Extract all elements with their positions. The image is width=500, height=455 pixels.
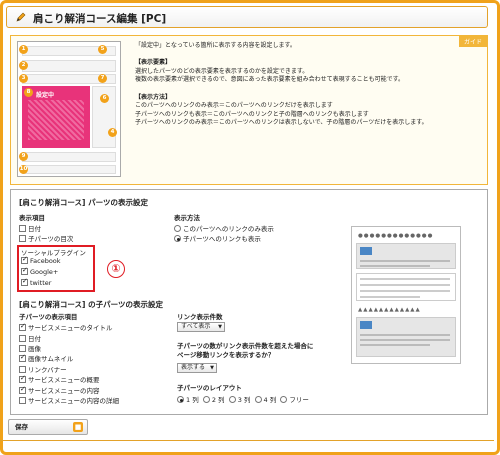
child-item-summary[interactable]: サービスメニューの概要 [19, 374, 100, 384]
parts-section-title: [肩こり解消コース] パーツの表示設定 [19, 198, 148, 207]
child-item-title[interactable]: サービスメニューのタイトル [19, 322, 113, 332]
callout-number: ① [107, 260, 125, 278]
child-banner-checkbox[interactable] [19, 366, 26, 373]
method-this-only[interactable]: このパーツへのリンクのみ表示 [174, 223, 274, 233]
twitter-checkbox[interactable] [21, 277, 28, 286]
child-date-checkbox[interactable] [19, 335, 26, 342]
child-image-checkbox[interactable] [19, 345, 26, 352]
paging-question-line2: ページ移動リンクを表示するか？ [177, 351, 275, 359]
layout-options: 1 列 2 列 3 列 4 列 フリー [177, 394, 309, 404]
divider [0, 440, 494, 441]
social-googleplus[interactable]: Google+ [21, 266, 58, 276]
layout-2col[interactable]: 2 列 [202, 396, 225, 404]
method-this-only-radio[interactable] [174, 225, 181, 232]
social-plugin-label: ソーシャルプラグイン [21, 249, 86, 257]
child-item-banner[interactable]: リンクバナー [19, 364, 67, 374]
preview-title-dots: ●●●●●●●●●●●●● [358, 233, 434, 239]
child-toc-checkbox[interactable] [19, 235, 26, 242]
child-content-detail-checkbox[interactable] [19, 397, 26, 404]
facebook-checkbox[interactable] [21, 255, 28, 264]
child-item-image[interactable]: 画像 [19, 343, 41, 353]
page-title: 肩こり解消コース編集 [PC] [33, 13, 167, 25]
layout-thumbnail: 設定中 1 5 2 3 7 8 6 4 9 10 [17, 41, 121, 177]
item-child-toc[interactable]: 子パーツの目次 [19, 233, 73, 243]
guide-text: 「設定中」となっている箇所に表示する内容を設定します。 【表示要素】 選択したパ… [135, 42, 428, 127]
layout-4col-radio[interactable] [254, 396, 262, 403]
link-count-label: リンク表示件数 [177, 313, 223, 321]
child-layout-label: 子パーツのレイアウト [177, 384, 242, 392]
save-button[interactable]: 保存 ■ [8, 419, 88, 435]
layout-free[interactable]: フリー [280, 396, 309, 404]
googleplus-checkbox[interactable] [21, 266, 28, 275]
link-count-select[interactable]: すべて表示 [177, 322, 225, 332]
current-section-preview: 設定中 [22, 86, 90, 148]
layout-3col-radio[interactable] [228, 396, 236, 403]
display-items-label: 表示項目 [19, 214, 45, 222]
child-item-content-detail[interactable]: サービスメニューの内容の詳細 [19, 395, 119, 405]
date-checkbox[interactable] [19, 225, 26, 232]
settings-panel: [肩こり解消コース] パーツの表示設定 表示項目 日付 子パーツの目次 ソーシャ… [10, 189, 488, 415]
layout-4col[interactable]: 4 列 [254, 396, 276, 404]
child-items-label: 子パーツの表示項目 [19, 313, 78, 321]
child-summary-checkbox[interactable] [19, 374, 26, 383]
children-section-title: [肩こり解消コース] の子パーツの表示設定 [19, 300, 163, 309]
layout-1col-radio[interactable] [177, 396, 184, 403]
save-label: 保存 [15, 423, 28, 431]
display-method-label: 表示方法 [174, 214, 200, 222]
item-date[interactable]: 日付 [19, 223, 41, 233]
method-include-children[interactable]: 子パーツへのリンクも表示 [174, 233, 261, 243]
social-twitter[interactable]: twitter [21, 277, 51, 287]
lock-icon: ■ [73, 422, 83, 432]
child-title-checkbox[interactable] [19, 322, 26, 331]
method-include-children-radio[interactable] [174, 235, 181, 242]
preview-child-dots: ▲▲▲▲▲▲▲▲▲▲▲▲ [358, 307, 421, 313]
social-facebook[interactable]: Facebook [21, 255, 61, 265]
layout-2col-radio[interactable] [202, 396, 210, 403]
layout-3col[interactable]: 3 列 [228, 396, 250, 404]
paging-select[interactable]: 表示する [177, 363, 217, 373]
child-item-date[interactable]: 日付 [19, 333, 41, 343]
child-item-thumbnail[interactable]: 画像サムネイル [19, 353, 73, 363]
layout-preview: ●●●●●●●●●●●●● ▲▲▲▲▲▲▲▲▲▲▲▲ [351, 226, 461, 364]
child-item-content[interactable]: サービスメニューの内容 [19, 385, 100, 395]
image-placeholder-icon [360, 321, 372, 329]
image-placeholder-icon [360, 247, 372, 255]
pencil-icon [16, 12, 26, 22]
layout-free-radio[interactable] [280, 396, 288, 403]
guide-panel: ガイド 設定中 1 5 2 3 7 8 6 4 9 10 「設定中」となっている… [10, 35, 488, 185]
child-thumbnail-checkbox[interactable] [19, 353, 26, 362]
page-header: 肩こり解消コース編集 [PC] [6, 6, 488, 28]
layout-1col[interactable]: 1 列 [177, 396, 199, 404]
child-content-checkbox[interactable] [19, 385, 26, 394]
